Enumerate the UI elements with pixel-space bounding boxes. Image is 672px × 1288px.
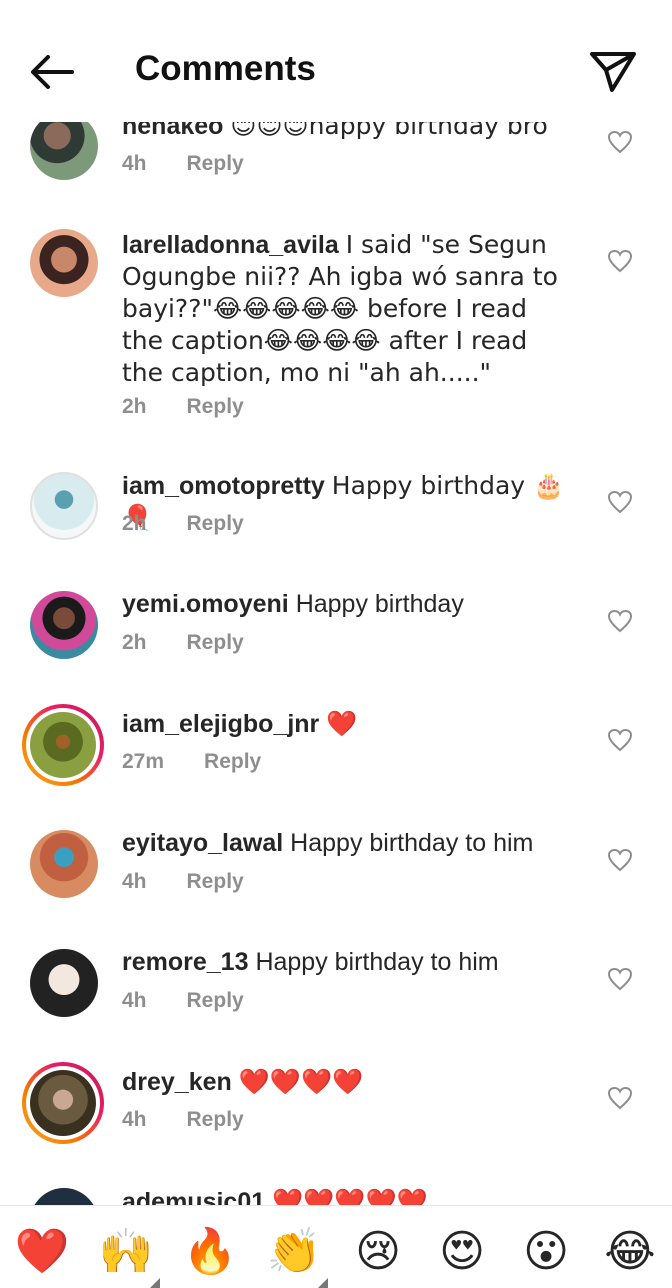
like-heart-icon[interactable] — [607, 130, 633, 154]
top-bar: Comments — [0, 0, 672, 122]
comment-text: ❤️ — [326, 709, 358, 738]
comments-list[interactable]: nenakeo 😊😊😊happy birthday bro 4h Reply la… — [0, 0, 672, 1205]
comment-text: ❤️❤️❤️❤️ — [238, 1067, 364, 1096]
like-heart-icon[interactable] — [607, 249, 633, 273]
reply-button[interactable]: Reply — [187, 512, 244, 536]
emoji-raised-hands-glyph: 🙌 — [98, 1226, 154, 1277]
like-heart-icon[interactable] — [607, 1086, 633, 1110]
reply-button[interactable]: Reply — [187, 395, 244, 419]
comment-time: 2h — [122, 395, 147, 418]
skin-tone-indicator-icon — [150, 1278, 160, 1288]
avatar[interactable] — [30, 830, 98, 898]
comment-time: 4h — [122, 152, 147, 175]
send-icon[interactable] — [588, 48, 638, 94]
like-heart-icon[interactable] — [607, 728, 633, 752]
like-heart-icon[interactable] — [607, 490, 633, 514]
comment-username[interactable]: yemi.omoyeni — [122, 590, 289, 618]
comment-text: ❤️❤️❤️❤️❤️ — [272, 1187, 428, 1205]
avatar[interactable] — [30, 591, 98, 659]
comment-username[interactable]: remore_13 — [122, 948, 248, 976]
avatar[interactable] — [22, 704, 104, 786]
comment-time: 2h — [122, 631, 147, 654]
reply-button[interactable]: Reply — [187, 1108, 244, 1132]
emoji-reaction-bar: ❤️ 🙌 🔥 👏 😢 😍 😮 😂 — [0, 1205, 672, 1288]
skin-tone-indicator-icon — [318, 1278, 328, 1288]
comment-time: 4h — [122, 870, 147, 893]
avatar[interactable] — [30, 229, 98, 297]
reply-button[interactable]: Reply — [187, 152, 244, 176]
comment-username[interactable]: ademusic01 — [122, 1188, 265, 1205]
comment-time: 2h — [122, 512, 147, 535]
emoji-tears-of-joy-button[interactable]: 😂 — [602, 1228, 658, 1276]
emoji-clapping-button[interactable]: 👏 — [266, 1226, 328, 1288]
emoji-fire-button[interactable]: 🔥 — [182, 1228, 238, 1276]
page-title: Comments — [135, 49, 316, 88]
like-heart-icon[interactable] — [607, 967, 633, 991]
comment-text: Happy birthday to him — [290, 829, 534, 857]
reply-button[interactable]: Reply — [187, 870, 244, 894]
avatar[interactable] — [30, 112, 98, 180]
emoji-raised-hands-button[interactable]: 🙌 — [98, 1226, 160, 1288]
comment-username[interactable]: iam_omotopretty — [122, 472, 325, 500]
avatar[interactable] — [22, 1062, 104, 1144]
emoji-crying-button[interactable]: 😢 — [350, 1228, 406, 1276]
emoji-surprised-button[interactable]: 😮 — [518, 1228, 574, 1276]
reply-button[interactable]: Reply — [187, 631, 244, 655]
comment-username[interactable]: eyitayo_lawal — [122, 829, 283, 857]
like-heart-icon[interactable] — [607, 609, 633, 633]
comment-time: 4h — [122, 1108, 147, 1131]
comment-time: 27m — [122, 750, 165, 773]
like-heart-icon[interactable] — [607, 848, 633, 872]
comment-text: Happy birthday — [295, 590, 464, 618]
emoji-heart-eyes-button[interactable]: 😍 — [434, 1228, 490, 1276]
comment-time: 4h — [122, 989, 147, 1012]
avatar[interactable] — [30, 949, 98, 1017]
reply-button[interactable]: Reply — [187, 989, 244, 1013]
emoji-clapping-glyph: 👏 — [266, 1226, 322, 1277]
emoji-heart-button[interactable]: ❤️ — [14, 1228, 70, 1276]
comment-text: Happy birthday to him — [255, 948, 499, 976]
comment-username[interactable]: drey_ken — [122, 1068, 232, 1096]
reply-button[interactable]: Reply — [204, 750, 261, 774]
avatar[interactable] — [30, 472, 98, 540]
avatar[interactable] — [30, 1188, 98, 1205]
back-arrow-icon[interactable] — [28, 50, 76, 94]
comment-username[interactable]: iam_elejigbo_jnr — [122, 710, 319, 738]
comment-username[interactable]: larelladonna_avila — [122, 231, 339, 259]
